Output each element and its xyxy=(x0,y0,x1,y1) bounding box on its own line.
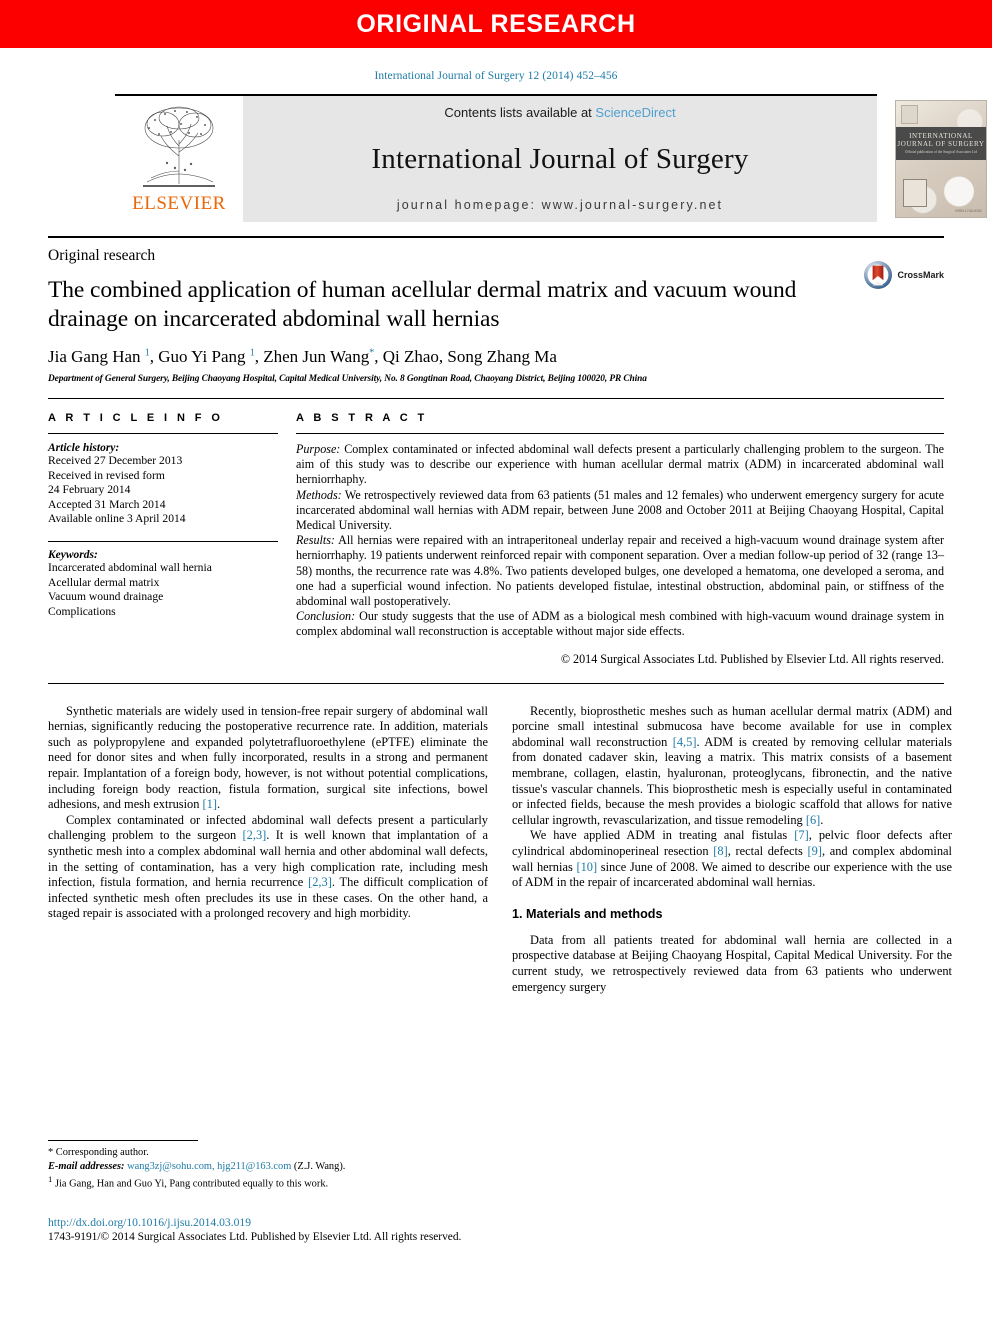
abstract-section: Conclusion: Our study suggests that the … xyxy=(296,609,944,639)
history-item: 24 February 2014 xyxy=(48,483,131,497)
section-heading-materials-and-methods: 1. Materials and methods xyxy=(512,906,663,921)
cover-subtitle: Official publication of the Surgical Ass… xyxy=(904,150,978,155)
cover-issn: ISSN 1743-9191 xyxy=(955,209,982,213)
cover-crest-emblem xyxy=(903,179,927,207)
keyword-item: Incarcerated abdominal wall hernia xyxy=(48,560,212,574)
equal-contribution-note: 1 Jia Gang, Han and Guo Yi, Pang contrib… xyxy=(48,1173,488,1191)
journal-masthead: ELSEVIER Contents lists available at Sci… xyxy=(115,96,987,222)
body-columns: Synthetic materials are widely used in t… xyxy=(48,704,952,996)
elsevier-tree-icon xyxy=(143,106,215,187)
cover-title-line1: INTERNATIONAL xyxy=(909,132,973,141)
elsevier-wordmark: ELSEVIER xyxy=(132,193,226,214)
page-title: The combined application of human acellu… xyxy=(48,277,797,332)
abstract-section: Results: All hernias were repaired with … xyxy=(296,533,944,609)
body-paragraph: Recently, bioprosthetic meshes such as h… xyxy=(512,703,952,827)
original-research-banner: ORIGINAL RESEARCH xyxy=(0,0,992,48)
abstract-section-text: Complex contaminated or infected abdomin… xyxy=(296,442,944,487)
abstract-section-label: Conclusion: xyxy=(296,609,356,624)
body-paragraph: We have applied ADM in treating anal fis… xyxy=(512,828,953,890)
masthead-center: Contents lists available at ScienceDirec… xyxy=(243,96,877,222)
body-left-column: Synthetic materials are widely used in t… xyxy=(48,704,488,996)
abstract-section-label: Results: xyxy=(296,533,335,548)
body-right-column: Recently, bioprosthetic meshes such as h… xyxy=(512,704,952,996)
equal-contribution-text: Jia Gang, Han and Guo Yi, Pang contribut… xyxy=(54,1178,329,1190)
contents-prefix: Contents lists available at xyxy=(444,105,596,120)
history-item: Accepted 31 March 2014 xyxy=(48,497,166,511)
body-paragraph: Complex contaminated or infected abdomin… xyxy=(48,812,488,921)
issn-copyright-line: 1743-9191/© 2014 Surgical Associates Ltd… xyxy=(48,1231,462,1243)
crossmark-icon xyxy=(864,261,893,289)
abstract-section: Purpose: Complex contaminated or infecte… xyxy=(296,442,944,488)
contents-available-line: Contents lists available at ScienceDirec… xyxy=(444,105,675,120)
sciencedirect-link[interactable]: ScienceDirect xyxy=(595,105,675,120)
article-header: Original research The combined applicati… xyxy=(48,236,944,384)
history-item: Received 27 December 2013 xyxy=(48,454,183,467)
cover-title-line2: JOURNAL OF SURGERY xyxy=(897,140,985,149)
equal-contribution-marker: 1 xyxy=(48,1174,53,1185)
abstract-section: Methods: We retrospectively reviewed dat… xyxy=(296,488,944,534)
footnotes-block: * Corresponding author. E-mail addresses… xyxy=(48,1140,488,1191)
journal-cover-thumbnail: INTERNATIONAL JOURNAL OF SURGERY Officia… xyxy=(895,100,987,218)
journal-title: International Journal of Surgery xyxy=(371,142,749,175)
elsevier-logo: ELSEVIER xyxy=(115,96,243,222)
doi-link[interactable]: http://dx.doi.org/10.1016/j.ijsu.2014.03… xyxy=(48,1216,748,1229)
article-info-rule xyxy=(48,433,278,434)
cover-elsevier-mark xyxy=(901,105,918,124)
keywords-rule xyxy=(48,540,278,542)
abstract-section-text: All hernias were repaired with an intrap… xyxy=(296,533,944,609)
banner-label: ORIGINAL RESEARCH xyxy=(356,9,636,38)
article-info-heading: A R T I C L E I N F O xyxy=(48,412,224,424)
body-paragraph: Synthetic materials are widely used in t… xyxy=(48,703,488,812)
running-citation: International Journal of Surgery 12 (201… xyxy=(374,70,618,82)
body-paragraph: Data from all patients treated for abdom… xyxy=(512,932,952,994)
author-affiliation: Department of General Surgery, Beijing C… xyxy=(48,374,647,384)
email-links[interactable]: wang3zj@sohu.com, hjg211@163.com xyxy=(127,1161,291,1172)
abstract-column: A B S T R A C T Purpose: Complex contami… xyxy=(296,412,944,667)
author-list: Jia Gang Han 1, Guo Yi Pang 1, Zhen Jun … xyxy=(48,347,557,366)
history-item: Received in revised form xyxy=(48,468,165,482)
doi-block: http://dx.doi.org/10.1016/j.ijsu.2014.03… xyxy=(48,1216,748,1243)
abstract-section-text: We retrospectively reviewed data from 63… xyxy=(296,487,944,533)
history-item: Available online 3 April 2014 xyxy=(48,512,186,526)
article-kind: Original research xyxy=(48,247,156,264)
abstract-heading: A B S T R A C T xyxy=(296,412,428,424)
keyword-item: Acellular dermal matrix xyxy=(48,575,160,589)
keywords-heading: Keywords: xyxy=(48,548,98,561)
cover-title-band: INTERNATIONAL JOURNAL OF SURGERY Officia… xyxy=(896,127,986,160)
crossmark-badge[interactable]: CrossMark xyxy=(863,260,944,290)
abstract-section-label: Purpose: xyxy=(296,442,341,456)
article-history-heading: Article history: xyxy=(48,442,120,454)
keyword-item: Vacuum wound drainage xyxy=(48,590,164,604)
keywords-group: Keywords: Incarcerated abdominal wall he… xyxy=(48,540,278,619)
article-info-abstract-block: A R T I C L E I N F O Article history: R… xyxy=(48,398,944,684)
abstract-copyright: © 2014 Surgical Associates Ltd. Publishe… xyxy=(560,651,944,666)
abstract-section-text: Our study suggests that the use of ADM a… xyxy=(296,609,944,639)
email-addresses-note: E-mail addresses: wang3zj@sohu.com, hjg2… xyxy=(48,1160,488,1174)
article-info-column: A R T I C L E I N F O Article history: R… xyxy=(48,412,296,667)
journal-homepage-link[interactable]: journal homepage: www.journal-surgery.ne… xyxy=(397,198,723,212)
corresponding-author-note: * Corresponding author. xyxy=(48,1147,149,1158)
abstract-section-label: Methods: xyxy=(296,487,342,502)
email-suffix: (Z.J. Wang). xyxy=(291,1160,346,1172)
crossmark-label: CrossMark xyxy=(897,270,944,280)
keyword-item: Complications xyxy=(48,604,116,618)
footnote-separator-rule xyxy=(48,1140,198,1141)
article-history-list: Received 27 December 2013 Received in re… xyxy=(48,454,278,527)
email-label: E-mail addresses: xyxy=(48,1160,125,1172)
abstract-rule xyxy=(296,433,944,434)
